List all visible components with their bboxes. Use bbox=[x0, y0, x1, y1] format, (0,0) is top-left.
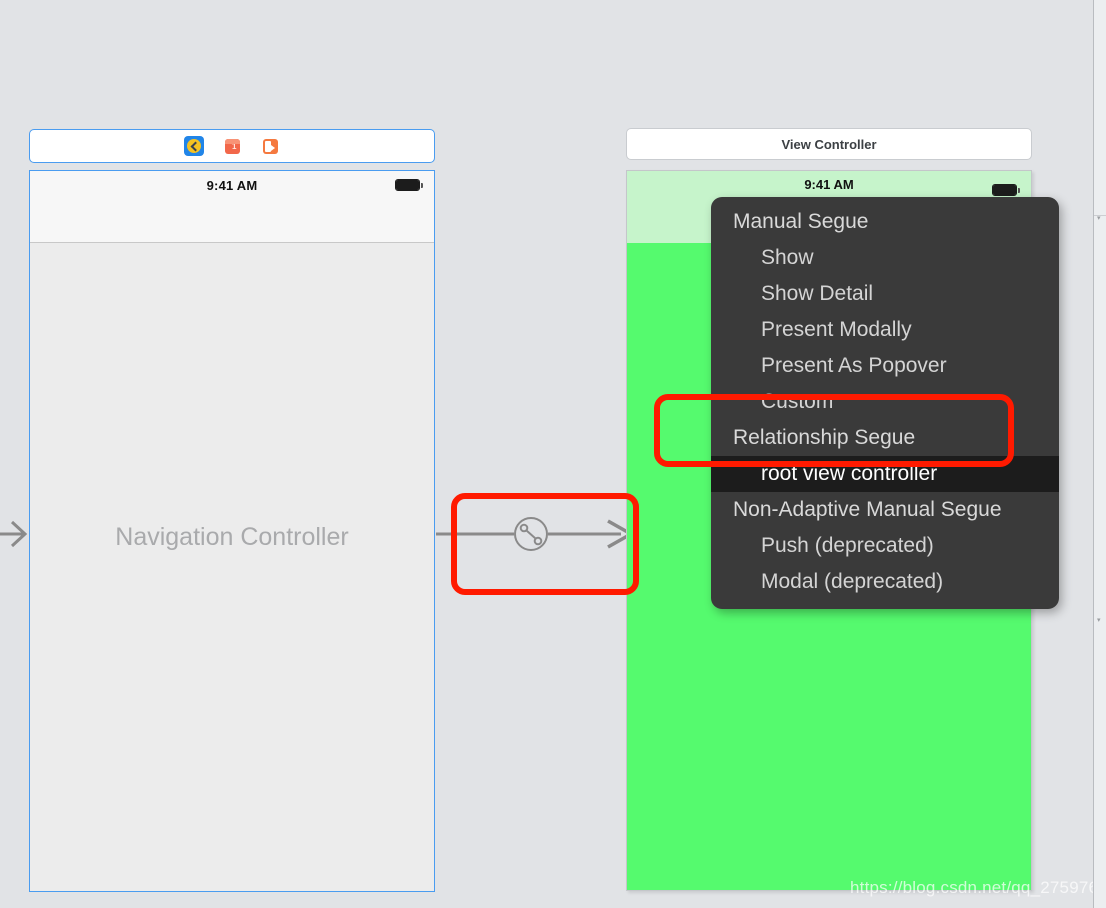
menu-item-present-modally[interactable]: Present Modally bbox=[711, 312, 1059, 348]
menu-item-custom[interactable]: Custom bbox=[711, 384, 1059, 420]
status-bar-time: 9:41 AM bbox=[804, 177, 854, 192]
menu-item-present-as-popover[interactable]: Present As Popover bbox=[711, 348, 1059, 384]
storyboard-canvas[interactable]: 1 9:41 AM Navigation Controller View Con… bbox=[0, 0, 1093, 908]
first-responder-cube: 1 bbox=[224, 138, 240, 154]
segue-type-context-menu[interactable]: Manual Segue Show Show Detail Present Mo… bbox=[711, 197, 1059, 609]
nav-status-bar: 9:41 AM bbox=[30, 171, 434, 199]
relationship-segue-icon bbox=[436, 517, 635, 551]
first-responder-icon[interactable]: 1 bbox=[222, 136, 242, 156]
menu-item-show[interactable]: Show bbox=[711, 240, 1059, 276]
menu-item-push-deprecated[interactable]: Push (deprecated) bbox=[711, 528, 1059, 564]
menu-item-modal-deprecated[interactable]: Modal (deprecated) bbox=[711, 564, 1059, 600]
menu-section-header: Non-Adaptive Manual Segue bbox=[733, 498, 1002, 521]
chevron-left-icon bbox=[190, 141, 200, 151]
segue-connector[interactable] bbox=[436, 517, 636, 551]
menu-item-root-view-controller[interactable]: root view controller bbox=[711, 456, 1059, 492]
storyboard-entry-point-arrow[interactable] bbox=[0, 515, 28, 553]
utility-panel-sliver[interactable]: ▾ ▾ bbox=[1093, 0, 1106, 908]
exit-box bbox=[262, 138, 278, 154]
navigation-bar bbox=[30, 199, 434, 243]
exit-icon[interactable] bbox=[260, 136, 280, 156]
view-controller-disc bbox=[187, 139, 201, 153]
status-bar-time: 9:41 AM bbox=[206, 177, 258, 193]
battery-full-icon bbox=[395, 179, 423, 191]
nav-controller-placeholder-label: Navigation Controller bbox=[115, 523, 349, 551]
nav-controller-body: Navigation Controller bbox=[30, 244, 434, 891]
nav-controller-scene-dock[interactable]: 1 bbox=[29, 129, 435, 163]
battery-full-icon bbox=[992, 184, 1020, 196]
nav-controller-scene[interactable]: 9:41 AM Navigation Controller bbox=[29, 170, 435, 892]
menu-section-relationship-segue: Relationship Segue root view controller bbox=[711, 420, 1059, 492]
watermark-text: https://blog.csdn.net/qq_27597629 bbox=[850, 878, 1093, 897]
menu-section-header: Manual Segue bbox=[733, 210, 869, 233]
menu-section-manual-segue: Manual Segue Show Show Detail Present Mo… bbox=[711, 204, 1059, 420]
view-controller-icon[interactable] bbox=[184, 136, 204, 156]
disclosure-triangle-icon[interactable]: ▾ bbox=[1097, 617, 1102, 624]
menu-section-non-adaptive-manual-segue: Non-Adaptive Manual Segue Push (deprecat… bbox=[711, 492, 1059, 600]
arrow-right-icon bbox=[0, 520, 28, 548]
view-controller-scene-dock[interactable]: View Controller bbox=[626, 128, 1032, 160]
menu-section-header: Relationship Segue bbox=[733, 426, 916, 449]
menu-item-show-detail[interactable]: Show Detail bbox=[711, 276, 1059, 312]
disclosure-triangle-icon[interactable]: ▾ bbox=[1097, 215, 1102, 222]
view-controller-scene-title: View Controller bbox=[781, 136, 877, 152]
